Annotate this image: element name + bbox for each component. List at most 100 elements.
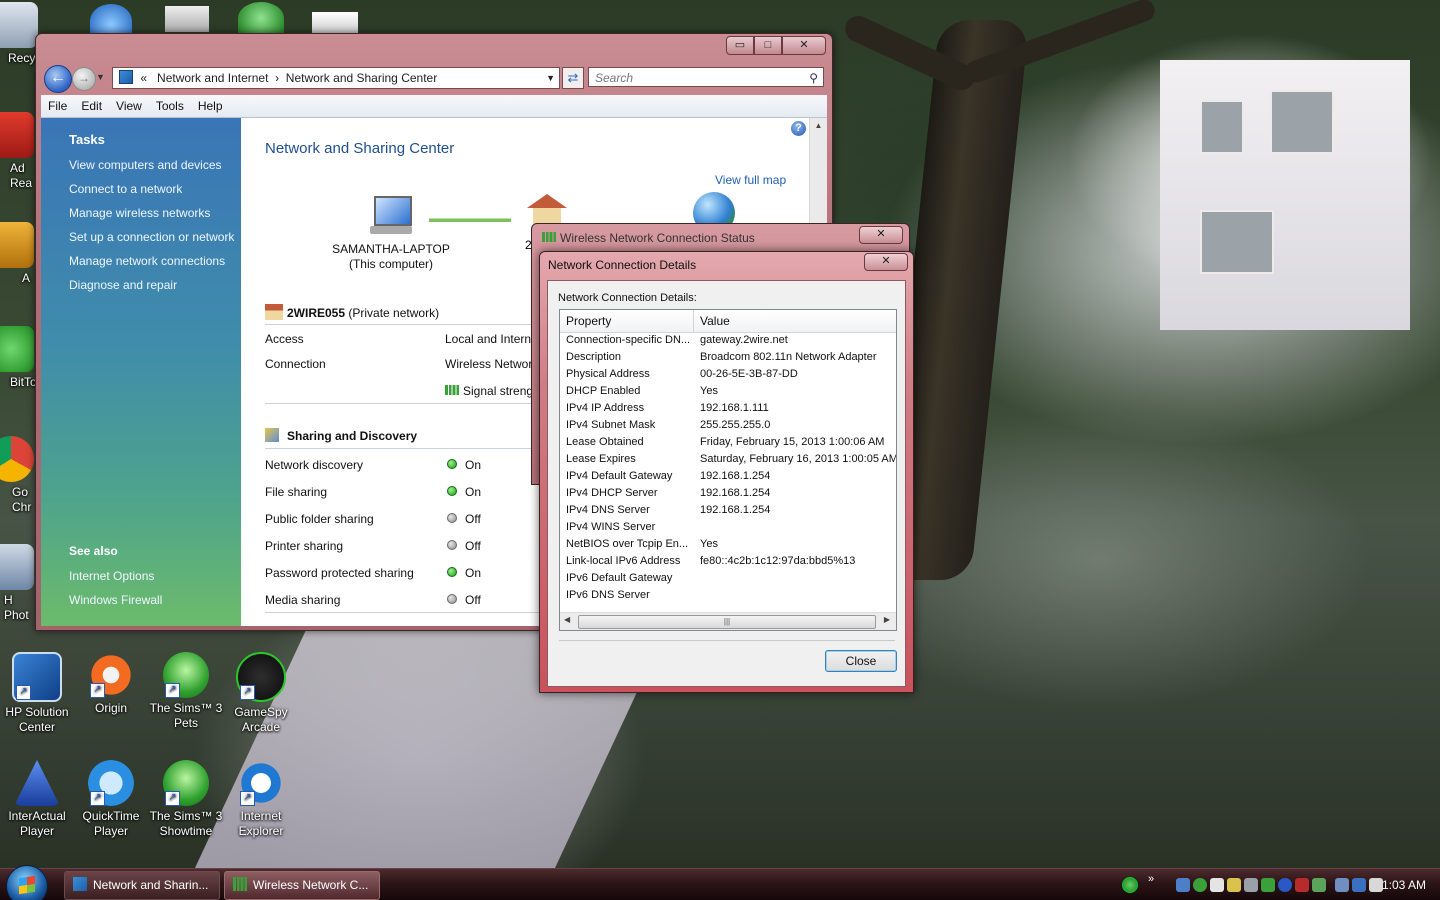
- tray-bluetooth-icon[interactable]: [1278, 878, 1292, 892]
- taskbar-button-network-sharing[interactable]: Network and Sharin...: [64, 871, 220, 900]
- task-manage-network-connections[interactable]: Manage network connections: [41, 249, 241, 273]
- scroll-right-icon[interactable]: ▶: [884, 615, 890, 624]
- printer-icon[interactable]: [165, 6, 209, 32]
- tray-folder-icon[interactable]: [1227, 878, 1241, 892]
- tray-antivirus-icon[interactable]: [1295, 878, 1309, 892]
- breadcrumb-network-and-sharing-center[interactable]: Network and Sharing Center: [286, 71, 437, 85]
- address-dropdown-icon[interactable]: ▼: [546, 68, 555, 88]
- forward-button[interactable]: →: [72, 67, 96, 91]
- list-item[interactable]: Lease Obtained Friday, February 15, 2013 …: [560, 436, 896, 453]
- menu-edit[interactable]: Edit: [74, 95, 109, 117]
- scroll-left-icon[interactable]: ◀: [564, 615, 570, 624]
- task-connect-to-a-network[interactable]: Connect to a network: [41, 177, 241, 201]
- taskbar-button-wireless-status[interactable]: Wireless Network C...: [224, 871, 380, 900]
- wallpaper-window: [1200, 210, 1274, 274]
- tray-volume-icon[interactable]: [1369, 878, 1383, 892]
- task-manage-wireless-networks[interactable]: Manage wireless networks: [41, 201, 241, 225]
- link-internet-options[interactable]: Internet Options: [41, 564, 241, 588]
- property-cell: DHCP Enabled: [566, 385, 641, 397]
- network-status-icon[interactable]: [1122, 877, 1138, 893]
- menu-view[interactable]: View: [109, 95, 149, 117]
- task-set-up-connection[interactable]: Set up a connection or network: [41, 225, 241, 249]
- tray-app-icon[interactable]: [1176, 878, 1190, 892]
- sharing-state: Off: [447, 512, 481, 526]
- tray-wireless-icon[interactable]: [1312, 878, 1326, 892]
- tray-display-icon[interactable]: [1335, 878, 1349, 892]
- help-icon[interactable]: ?: [791, 121, 806, 136]
- hp-photo-icon: [0, 544, 34, 590]
- desktop-icon-interactual-player[interactable]: InterActual Player: [0, 760, 74, 839]
- sims-icon[interactable]: [238, 2, 284, 34]
- desktop-icon-gamespy-arcade[interactable]: ↗ GameSpy Arcade: [224, 652, 298, 735]
- list-item[interactable]: IPv4 Subnet Mask 255.255.255.0: [560, 419, 896, 436]
- list-item[interactable]: IPv4 IP Address 192.168.1.111: [560, 402, 896, 419]
- start-button[interactable]: [6, 865, 48, 900]
- tray-power-icon[interactable]: [1352, 878, 1366, 892]
- network-house-icon[interactable]: [527, 194, 567, 224]
- list-item[interactable]: Link-local IPv6 Address fe80::4c2b:1c12:9…: [560, 555, 896, 572]
- desktop-icon-quicktime-player[interactable]: ↗ QuickTime Player: [74, 760, 148, 839]
- tray-speech-icon[interactable]: [1210, 878, 1224, 892]
- list-item[interactable]: Description Broadcom 802.11n Network Adap…: [560, 351, 896, 368]
- status-close-button[interactable]: ✕: [859, 226, 903, 244]
- value-cell: gateway.2wire.net: [700, 334, 788, 346]
- list-item[interactable]: IPv4 DNS Server 192.168.1.254: [560, 504, 896, 521]
- desktop-icon-internet-explorer[interactable]: ↗ Internet Explorer: [224, 760, 298, 839]
- list-item[interactable]: IPv6 DNS Server: [560, 589, 896, 606]
- tray-printer-icon[interactable]: [1244, 878, 1258, 892]
- desktop-icon-hp-solution-center[interactable]: ↗ HP Solution Center: [0, 652, 74, 735]
- menu-help[interactable]: Help: [191, 95, 230, 117]
- search-input[interactable]: Search ⚲: [588, 67, 824, 87]
- breadcrumb-network-and-internet[interactable]: Network and Internet: [157, 71, 268, 85]
- desktop-icon-sims3-showtime[interactable]: ↗ The Sims™ 3 Showtime: [149, 760, 223, 839]
- menu-tools[interactable]: Tools: [149, 95, 191, 117]
- recent-pages-dropdown[interactable]: ▼: [96, 72, 105, 82]
- list-item[interactable]: DHCP Enabled Yes: [560, 385, 896, 402]
- desktop-icon-origin[interactable]: ↗ Origin: [74, 652, 148, 716]
- list-item[interactable]: IPv4 DHCP Server 192.168.1.254: [560, 487, 896, 504]
- horizontal-scrollbar[interactable]: ◀ ||| ▶: [560, 612, 896, 630]
- list-item[interactable]: Lease Expires Saturday, February 16, 2013…: [560, 453, 896, 470]
- taskbar-clock[interactable]: 1:03 AM: [1382, 869, 1426, 900]
- chrome-icon: [0, 436, 34, 482]
- address-overflow-chevron[interactable]: «: [140, 71, 147, 85]
- list-item[interactable]: NetBIOS over Tcpip En... Yes: [560, 538, 896, 555]
- tray-utorrent-icon[interactable]: [1261, 878, 1275, 892]
- list-item[interactable]: IPv4 Default Gateway 192.168.1.254: [560, 470, 896, 487]
- task-diagnose-and-repair[interactable]: Diagnose and repair: [41, 273, 241, 297]
- list-item[interactable]: IPv4 WINS Server: [560, 521, 896, 538]
- status-on-icon: [447, 567, 457, 577]
- taskbar-button-label: Wireless Network C...: [253, 878, 369, 892]
- column-header-property[interactable]: Property: [566, 314, 611, 328]
- desktop-icon-sims3-pets[interactable]: ↗ The Sims™ 3 Pets: [149, 652, 223, 731]
- wireless-signal-icon: [542, 232, 556, 242]
- column-divider[interactable]: [693, 310, 694, 332]
- menu-file[interactable]: File: [41, 95, 74, 117]
- refresh-button[interactable]: ⇄: [562, 67, 584, 89]
- task-view-computers-and-devices[interactable]: View computers and devices: [41, 153, 241, 177]
- computer-name: SAMANTHA-LAPTOP: [332, 242, 450, 256]
- address-bar[interactable]: « Network and Internet › Network and Sha…: [112, 67, 560, 89]
- view-full-map-link[interactable]: View full map: [715, 173, 786, 187]
- minimize-button[interactable]: ▭: [726, 36, 754, 55]
- app-icon: [0, 222, 34, 268]
- column-header-value[interactable]: Value: [700, 314, 730, 328]
- maximize-button[interactable]: □: [754, 36, 782, 55]
- toolbar-chevron[interactable]: »: [1148, 873, 1154, 885]
- list-item[interactable]: Connection-specific DN... gateway.2wire.n…: [560, 334, 896, 351]
- details-list[interactable]: Property Value Connection-specific DN...…: [559, 309, 897, 631]
- this-computer-node[interactable]: SAMANTHA-LAPTOP (This computer): [331, 196, 451, 272]
- dialog-close-x-button[interactable]: ✕: [864, 253, 908, 271]
- link-windows-firewall[interactable]: Windows Firewall: [41, 588, 241, 612]
- tray-security-icon[interactable]: [1193, 878, 1207, 892]
- scroll-thumb[interactable]: |||: [578, 615, 876, 629]
- close-button[interactable]: Close: [825, 650, 897, 672]
- breadcrumb-separator[interactable]: ›: [275, 71, 279, 85]
- document-icon[interactable]: [312, 12, 358, 34]
- scroll-up-icon[interactable]: ▲: [810, 118, 827, 134]
- list-item[interactable]: IPv6 Default Gateway: [560, 572, 896, 589]
- back-button[interactable]: ←: [44, 65, 72, 93]
- close-button[interactable]: ✕: [782, 36, 826, 55]
- list-item[interactable]: Physical Address 00-26-5E-3B-87-DD: [560, 368, 896, 385]
- search-icon[interactable]: ⚲: [809, 68, 818, 88]
